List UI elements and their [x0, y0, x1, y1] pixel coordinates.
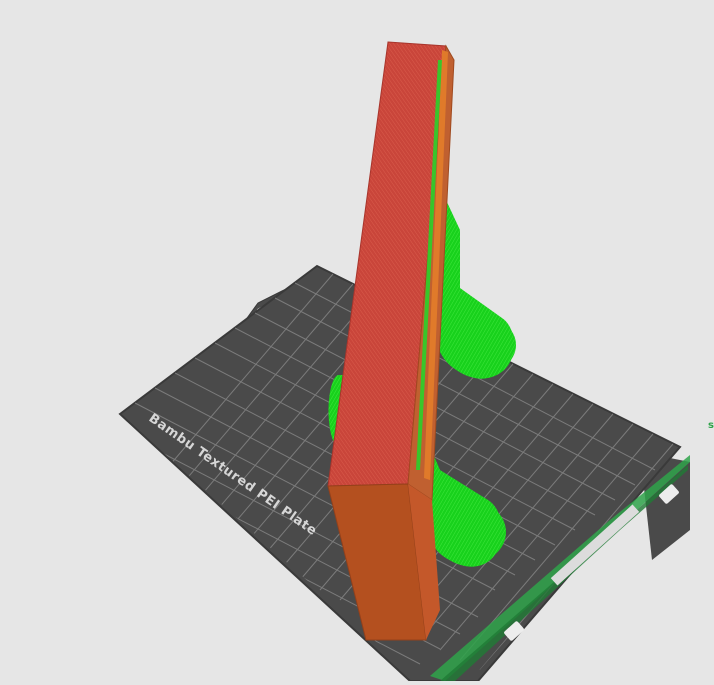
build-plate-scene[interactable]: Bambu Textured PEI Plate: [0, 0, 714, 682]
3d-viewport[interactable]: Bambu Textured PEI Plate s: [0, 0, 714, 682]
edge-marker: s: [708, 420, 714, 431]
